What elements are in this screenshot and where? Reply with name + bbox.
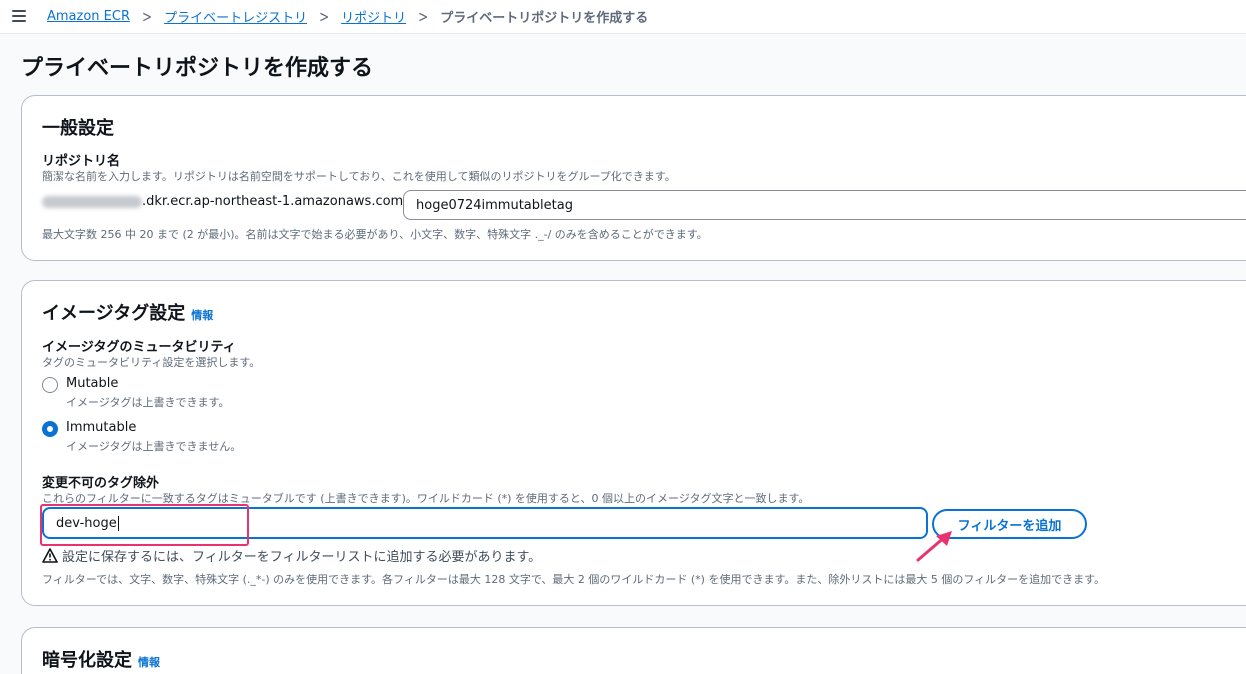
menu-icon[interactable] <box>12 10 26 22</box>
breadcrumb-private-registry[interactable]: プライベートレジストリ <box>164 7 307 26</box>
exclusion-desc: これらのフィルターに一致するタグはミュータブルです (上書きできます)。ワイルド… <box>42 492 810 505</box>
mutable-label[interactable]: Mutable <box>66 376 118 391</box>
breadcrumb: Amazon ECR > プライベートレジストリ > リポジトリ > プライベー… <box>47 7 648 26</box>
mutable-desc: イメージタグは上書きできます。 <box>66 396 230 409</box>
mutability-label: イメージタグのミュータビリティ <box>42 340 236 355</box>
breadcrumb-ecr[interactable]: Amazon ECR <box>47 9 130 24</box>
add-filter-button[interactable]: フィルターを追加 <box>932 509 1087 539</box>
image-tag-settings-title: イメージタグ設定 情報 <box>42 299 213 325</box>
account-id-redacted <box>42 196 142 208</box>
filter-value: dev-hoge <box>56 515 117 531</box>
encryption-title-text: 暗号化設定 <box>42 650 132 671</box>
mutability-desc: タグのミュータビリティ設定を選択します。 <box>42 356 261 369</box>
chevron-right-icon: > <box>319 7 330 26</box>
general-settings-title: 一般設定 <box>42 118 114 139</box>
image-tag-title-text: イメージタグ設定 <box>42 303 186 324</box>
info-link[interactable]: 情報 <box>191 309 213 322</box>
general-settings-panel: 一般設定 リポジトリ名 簡潔な名前を入力します。リポジトリは名前空間をサポートし… <box>21 95 1246 261</box>
immutable-label[interactable]: Immutable <box>66 420 136 435</box>
mutable-radio[interactable] <box>42 377 58 393</box>
immutable-radio[interactable] <box>42 421 58 437</box>
chevron-right-icon: > <box>142 7 153 26</box>
repo-name-value: hoge0724immutabletag <box>416 197 573 213</box>
breadcrumb-current: プライベートリポジトリを作成する <box>440 11 649 26</box>
warning-icon <box>42 548 58 563</box>
warning-text: 設定に保存するには、フィルターをフィルターリストに追加する必要があります。 <box>62 550 542 565</box>
repo-name-input[interactable]: hoge0724immutabletag <box>403 190 1246 220</box>
breadcrumb-repositories[interactable]: リポジトリ <box>341 7 406 26</box>
registry-suffix: .dkr.ecr.ap-northeast-1.amazonaws.com/ <box>142 194 408 209</box>
immutable-desc: イメージタグは上書きできません。 <box>66 440 242 453</box>
page-title: プライベートリポジトリを作成する <box>21 56 374 81</box>
warning-row: 設定に保存するには、フィルターをフィルターリストに追加する必要があります。 <box>42 546 541 565</box>
image-tag-settings-panel: イメージタグ設定 情報 イメージタグのミュータビリティ タグのミュータビリティ設定… <box>21 280 1246 606</box>
exclusion-label: 変更不可のタグ除外 <box>42 476 160 491</box>
info-link[interactable]: 情報 <box>138 656 160 669</box>
filter-constraint: フィルターでは、文字、数字、特殊文字 (._*-) のみを使用できます。各フィル… <box>42 573 1106 586</box>
repo-name-label: リポジトリ名 <box>42 154 121 169</box>
encryption-settings-panel: 暗号化設定 情報 <box>21 627 1246 674</box>
chevron-right-icon: > <box>418 7 429 26</box>
encryption-settings-title: 暗号化設定 情報 <box>42 646 160 672</box>
top-bar: Amazon ECR > プライベートレジストリ > リポジトリ > プライベー… <box>0 0 1246 34</box>
repo-name-constraint: 最大文字数 256 中 20 まで (2 が最小)。名前は文字で始まる必要があり… <box>42 228 708 241</box>
text-caret <box>117 515 119 531</box>
repo-name-desc: 簡潔な名前を入力します。リポジトリは名前空間をサポートしており、これを使用して類… <box>42 170 676 183</box>
filter-input[interactable]: dev-hoge <box>42 507 928 539</box>
